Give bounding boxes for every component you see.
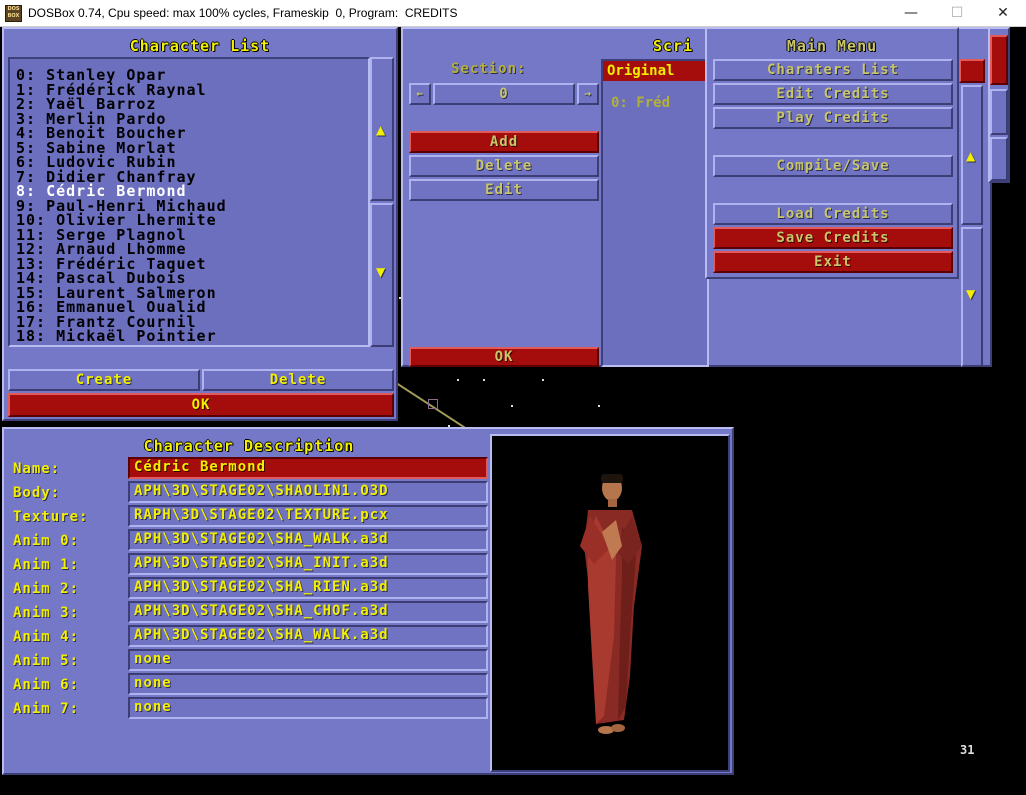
script-panel-title: Scri	[653, 37, 694, 55]
body-label: Body:	[13, 485, 61, 501]
script-list-item[interactable]: 0: Fréd	[611, 95, 670, 111]
edit-button[interactable]: Edit	[409, 179, 599, 201]
dosbox-app-icon: DOS BOX	[5, 5, 22, 22]
fps-counter: 31	[960, 743, 975, 757]
anim6-label: Anim 6:	[13, 677, 80, 693]
script-scroll-top[interactable]	[959, 59, 985, 83]
name-label: Name:	[13, 461, 61, 477]
background-star	[457, 379, 459, 381]
character-list-ok-button[interactable]: OK	[8, 393, 394, 417]
character-list-item[interactable]: 15: Laurent Salmeron	[16, 284, 371, 302]
character-list-item[interactable]: 0: Stanley Opar	[16, 66, 371, 84]
anim5-field[interactable]: none	[128, 649, 488, 671]
back-scroll-2[interactable]	[990, 137, 1008, 181]
character-list-box: 0: Stanley Opar 1: Frédérick Raynal 2: Yaë…	[8, 57, 370, 347]
scroll-down-icon: ▼	[966, 287, 977, 301]
character-list-scroll-up[interactable]: ▲	[370, 57, 394, 201]
close-button[interactable]: ✕	[980, 0, 1026, 27]
name-field[interactable]: Cédric Bermond	[128, 457, 488, 479]
script-list-header: Original	[603, 61, 707, 81]
background-star	[542, 379, 544, 381]
minimize-button[interactable]: —	[888, 0, 934, 27]
background-star	[598, 405, 600, 407]
back-scroll-red[interactable]	[990, 35, 1008, 85]
character-list-item[interactable]: 17: Frantz Cournil	[16, 313, 371, 331]
anim1-label: Anim 1:	[13, 557, 80, 573]
dos-screen: Scri Section: ← 0 → Add Delete Edit OK O…	[0, 27, 1026, 795]
character-list-item[interactable]: 9: Paul-Henri Michaud	[16, 197, 371, 215]
anim0-field[interactable]: APH\3D\STAGE02\SHA_WALK.a3d	[128, 529, 488, 551]
body-field[interactable]: APH\3D\STAGE02\SHAOLIN1.O3D	[128, 481, 488, 503]
window-title: DOSBox 0.74, Cpu speed: max 100% cycles,…	[28, 6, 458, 20]
character-list-item[interactable]: 16: Emmanuel Oualid	[16, 298, 371, 316]
script-scroll-down[interactable]: ▼	[961, 227, 983, 367]
character-list-item[interactable]: 18: Mickaël Pointier	[16, 327, 371, 345]
script-scroll-up[interactable]: ▲	[961, 85, 983, 225]
character-list-item[interactable]: 12: Arnaud Lhomme	[16, 240, 371, 258]
delete-button[interactable]: Delete	[202, 369, 394, 391]
menu-play-credits[interactable]: Play Credits	[713, 107, 953, 129]
anim3-label: Anim 3:	[13, 605, 80, 621]
character-list: 0: Stanley Opar 1: Frédérick Raynal 2: Yaë…	[16, 66, 371, 346]
anim7-label: Anim 7:	[13, 701, 80, 717]
section-value-field[interactable]: 0	[433, 83, 575, 105]
scroll-down-icon: ▼	[376, 265, 387, 279]
section-increment-button[interactable]: →	[577, 83, 599, 105]
character-list-panel: Character List 0: Stanley Opar 1: Frédéri…	[2, 27, 398, 421]
menu-compile-save[interactable]: Compile/Save	[713, 155, 953, 177]
character-list-item[interactable]: 10: Olivier Lhermite	[16, 211, 371, 229]
back-window-edge	[988, 27, 1010, 183]
texture-field[interactable]: RAPH\3D\STAGE02\TEXTURE.pcx	[128, 505, 488, 527]
character-list-item[interactable]: 13: Frédéric Taquet	[16, 255, 371, 273]
menu-exit[interactable]: Exit	[713, 251, 953, 273]
texture-label: Texture:	[13, 509, 89, 525]
add-button[interactable]: Add	[409, 131, 599, 153]
window-titlebar[interactable]: DOS BOX DOSBox 0.74, Cpu speed: max 100%…	[0, 0, 1026, 27]
anim2-field[interactable]: APH\3D\STAGE02\SHA_RIEN.a3d	[128, 577, 488, 599]
anim6-field[interactable]: none	[128, 673, 488, 695]
maximize-button[interactable]: ☐	[934, 0, 980, 27]
anim4-field[interactable]: APH\3D\STAGE02\SHA_WALK.a3d	[128, 625, 488, 647]
script-ok-button[interactable]: OK	[409, 347, 599, 367]
background-star	[511, 405, 513, 407]
script-delete-button[interactable]: Delete	[409, 155, 599, 177]
character-3d-model	[580, 474, 642, 734]
menu-save-credits[interactable]: Save Credits	[713, 227, 953, 249]
anim7-field[interactable]: none	[128, 697, 488, 719]
anim0-label: Anim 0:	[13, 533, 80, 549]
scroll-up-icon: ▲	[376, 123, 387, 137]
anim4-label: Anim 4:	[13, 629, 80, 645]
background-marker	[428, 399, 438, 409]
character-description-title: Character Description	[143, 437, 355, 455]
character-list-item[interactable]: 1: Frédérick Raynal	[16, 81, 371, 99]
menu-edit-credits[interactable]: Edit Credits	[713, 83, 953, 105]
character-list-item[interactable]: 6: Ludovic Rubin	[16, 153, 371, 171]
back-scroll-1[interactable]	[990, 89, 1008, 135]
character-list-item[interactable]: 3: Merlin Pardo	[16, 110, 371, 128]
anim1-field[interactable]: APH\3D\STAGE02\SHA_INIT.a3d	[128, 553, 488, 575]
scroll-up-icon: ▲	[966, 149, 977, 163]
character-list-scroll-down[interactable]: ▼	[370, 203, 394, 347]
menu-load-credits[interactable]: Load Credits	[713, 203, 953, 225]
anim5-label: Anim 5:	[13, 653, 80, 669]
main-menu-panel: Main Menu Charaters List Edit Credits Pl…	[705, 27, 959, 279]
character-list-item[interactable]: 4: Benoit Boucher	[16, 124, 371, 142]
character-list-item[interactable]: 7: Didier Chanfray	[16, 168, 371, 186]
menu-characters-list[interactable]: Charaters List	[713, 59, 953, 81]
script-list[interactable]: Original 0: Fréd	[601, 59, 709, 367]
character-preview	[490, 434, 730, 772]
anim3-field[interactable]: APH\3D\STAGE02\SHA_CHOF.a3d	[128, 601, 488, 623]
character-description-panel: Character Description Name: Cédric Bermo…	[2, 427, 734, 775]
section-label: Section:	[451, 61, 527, 77]
main-menu-title: Main Menu	[786, 37, 878, 55]
anim2-label: Anim 2:	[13, 581, 80, 597]
create-button[interactable]: Create	[8, 369, 200, 391]
character-list-item[interactable]: 5: Sabine Morlat	[16, 139, 371, 157]
character-list-title: Character List	[129, 37, 271, 55]
background-star	[483, 379, 485, 381]
